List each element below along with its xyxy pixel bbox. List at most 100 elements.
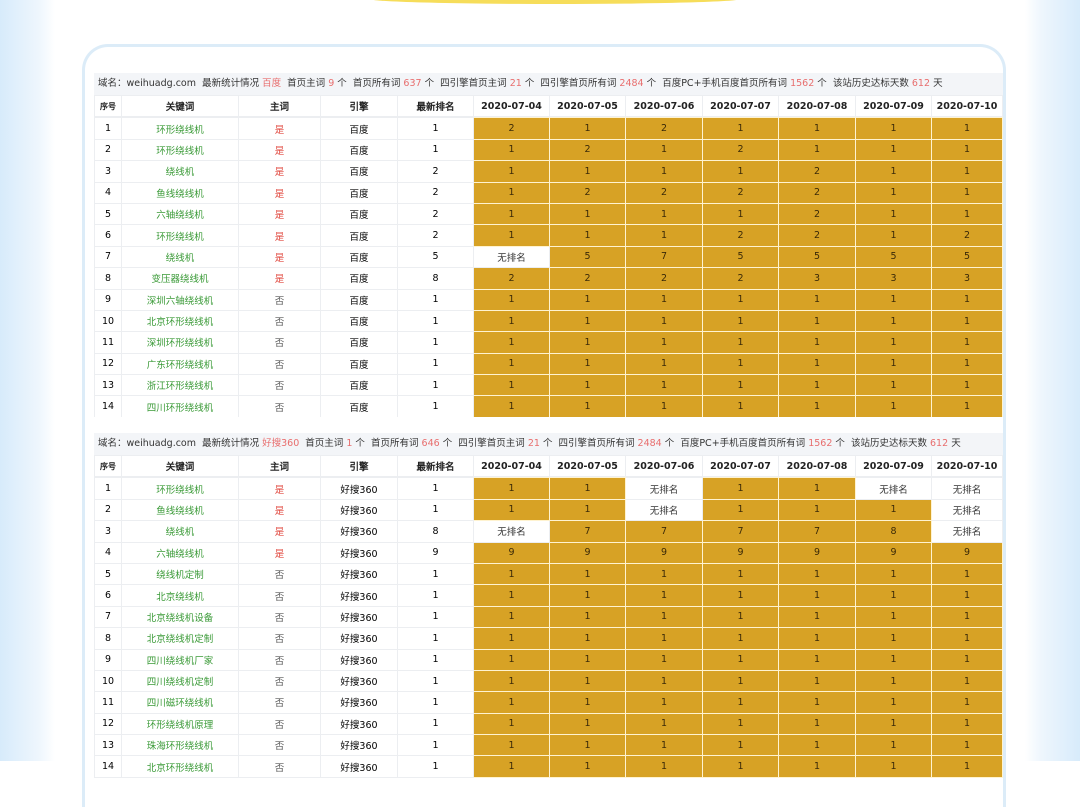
latest-rank-cell: 1 (398, 118, 474, 139)
daily-rank-cell: 2 (703, 268, 779, 289)
daily-rank-cell: 1 (779, 628, 856, 649)
keyword-cell[interactable]: 变压器绕线机 (122, 268, 239, 289)
unit-label: 个 (337, 78, 347, 89)
latest-rank-cell: 1 (398, 670, 474, 691)
daily-rank-cell: 1 (474, 310, 550, 331)
daily-rank-cell: 1 (550, 332, 626, 353)
keyword-cell[interactable]: 珠海环形绕线机 (122, 735, 239, 756)
engine-cell: 好搜360 (321, 542, 398, 563)
daily-rank-cell: 2 (550, 182, 626, 203)
daily-rank-cell: 无排名 (932, 499, 1003, 520)
unit-label: 个 (817, 78, 827, 89)
keyword-cell[interactable]: 鱼线绕线机 (122, 499, 239, 520)
daily-rank-cell: 1 (932, 203, 1003, 224)
ranking-table-header: 序号 关键词 主词 引擎 最新排名 2020-07-04 2020-07-05 … (94, 455, 1003, 477)
latest-rank-cell: 1 (398, 649, 474, 670)
keyword-cell[interactable]: 深圳环形绕线机 (122, 332, 239, 353)
unit-label: 个 (543, 438, 553, 449)
row-index: 4 (95, 542, 122, 563)
latest-rank-cell: 1 (398, 628, 474, 649)
col-engine: 引擎 (321, 456, 398, 477)
col-date: 2020-07-09 (856, 96, 932, 117)
engine-cell: 好搜360 (321, 499, 398, 520)
row-index: 6 (95, 585, 122, 606)
keyword-cell[interactable]: 北京绕线机定制 (122, 628, 239, 649)
keyword-cell[interactable]: 绕线机 (122, 521, 239, 542)
keyword-cell[interactable]: 环形绕线机 (122, 139, 239, 160)
main-flag-cell: 是 (239, 521, 321, 542)
daily-rank-cell: 1 (856, 182, 932, 203)
daily-rank-cell: 1 (856, 499, 932, 520)
daily-rank-cell: 1 (703, 735, 779, 756)
keyword-cell[interactable]: 北京绕线机设备 (122, 606, 239, 627)
daily-rank-cell: 1 (856, 203, 932, 224)
daily-rank-cell: 1 (474, 182, 550, 203)
keyword-cell[interactable]: 环形绕线机 (122, 225, 239, 246)
engine-cell: 百度 (321, 118, 398, 139)
keyword-cell[interactable]: 绕线机定制 (122, 563, 239, 584)
main-flag-cell: 否 (239, 649, 321, 670)
keyword-cell[interactable]: 北京绕线机 (122, 585, 239, 606)
daily-rank-cell: 1 (932, 670, 1003, 691)
latest-rank-cell: 2 (398, 203, 474, 224)
engine-cell: 百度 (321, 332, 398, 353)
keyword-cell[interactable]: 环形绕线机 (122, 118, 239, 139)
ranking-table-body: 1环形绕线机是好搜360111无排名11无排名无排名2鱼线绕线机是好搜36011… (94, 477, 1003, 777)
daily-rank-cell: 1 (550, 375, 626, 396)
keyword-cell[interactable]: 环形绕线机 (122, 478, 239, 499)
daily-rank-cell: 1 (550, 563, 626, 584)
daily-rank-cell: 1 (779, 375, 856, 396)
daily-rank-cell: 1 (626, 375, 703, 396)
right-background-strip (1025, 0, 1080, 761)
keyword-cell[interactable]: 广东环形绕线机 (122, 353, 239, 374)
daily-rank-cell: 1 (474, 161, 550, 182)
keyword-cell[interactable]: 北京环形绕线机 (122, 310, 239, 331)
four-home-main-count: 21 (528, 438, 540, 449)
main-flag-cell: 否 (239, 332, 321, 353)
table-row: 4六轴绕线机是好搜36099999999 (95, 542, 1003, 563)
daily-rank-cell: 1 (703, 692, 779, 713)
main-flag-cell: 是 (239, 246, 321, 267)
daily-rank-cell: 1 (856, 670, 932, 691)
daily-rank-cell: 1 (550, 225, 626, 246)
four-home-all-label: 四引擎首页所有词 (540, 78, 616, 89)
engine-name: 好搜360 (262, 438, 299, 449)
keyword-cell[interactable]: 环形绕线机原理 (122, 713, 239, 734)
daily-rank-cell: 2 (779, 203, 856, 224)
daily-rank-cell: 无排名 (626, 499, 703, 520)
daily-rank-cell: 1 (856, 735, 932, 756)
table-row: 1环形绕线机是好搜360111无排名11无排名无排名 (95, 478, 1003, 499)
unit-label: 个 (835, 438, 845, 449)
keyword-cell[interactable]: 六轴绕线机 (122, 542, 239, 563)
keyword-cell[interactable]: 鱼线绕线机 (122, 182, 239, 203)
keyword-cell[interactable]: 四川绕线机厂家 (122, 649, 239, 670)
daily-rank-cell: 1 (703, 499, 779, 520)
daily-rank-cell: 1 (626, 670, 703, 691)
keyword-cell[interactable]: 绕线机 (122, 161, 239, 182)
keyword-cell[interactable]: 北京环形绕线机 (122, 756, 239, 777)
keyword-cell[interactable]: 四川环形绕线机 (122, 396, 239, 417)
row-index: 11 (95, 332, 122, 353)
keyword-cell[interactable]: 四川绕线机定制 (122, 670, 239, 691)
home-main-count: 9 (328, 78, 334, 89)
keyword-cell[interactable]: 绕线机 (122, 246, 239, 267)
daily-rank-cell: 1 (703, 713, 779, 734)
daily-rank-cell: 1 (779, 756, 856, 777)
daily-rank-cell: 1 (474, 225, 550, 246)
row-index: 3 (95, 161, 122, 182)
daily-rank-cell: 5 (779, 246, 856, 267)
main-flag-cell: 是 (239, 268, 321, 289)
main-flag-cell: 是 (239, 203, 321, 224)
decorative-top-arc (370, 0, 740, 4)
row-index: 7 (95, 606, 122, 627)
latest-rank-cell: 1 (398, 563, 474, 584)
daily-rank-cell: 1 (856, 649, 932, 670)
row-index: 13 (95, 375, 122, 396)
keyword-cell[interactable]: 浙江环形绕线机 (122, 375, 239, 396)
keyword-cell[interactable]: 深圳六轴绕线机 (122, 289, 239, 310)
keyword-cell[interactable]: 四川磁环绕线机 (122, 692, 239, 713)
home-main-count: 1 (346, 438, 352, 449)
history-days: 612 (912, 78, 930, 89)
keyword-cell[interactable]: 六轴绕线机 (122, 203, 239, 224)
daily-rank-cell: 1 (779, 478, 856, 499)
